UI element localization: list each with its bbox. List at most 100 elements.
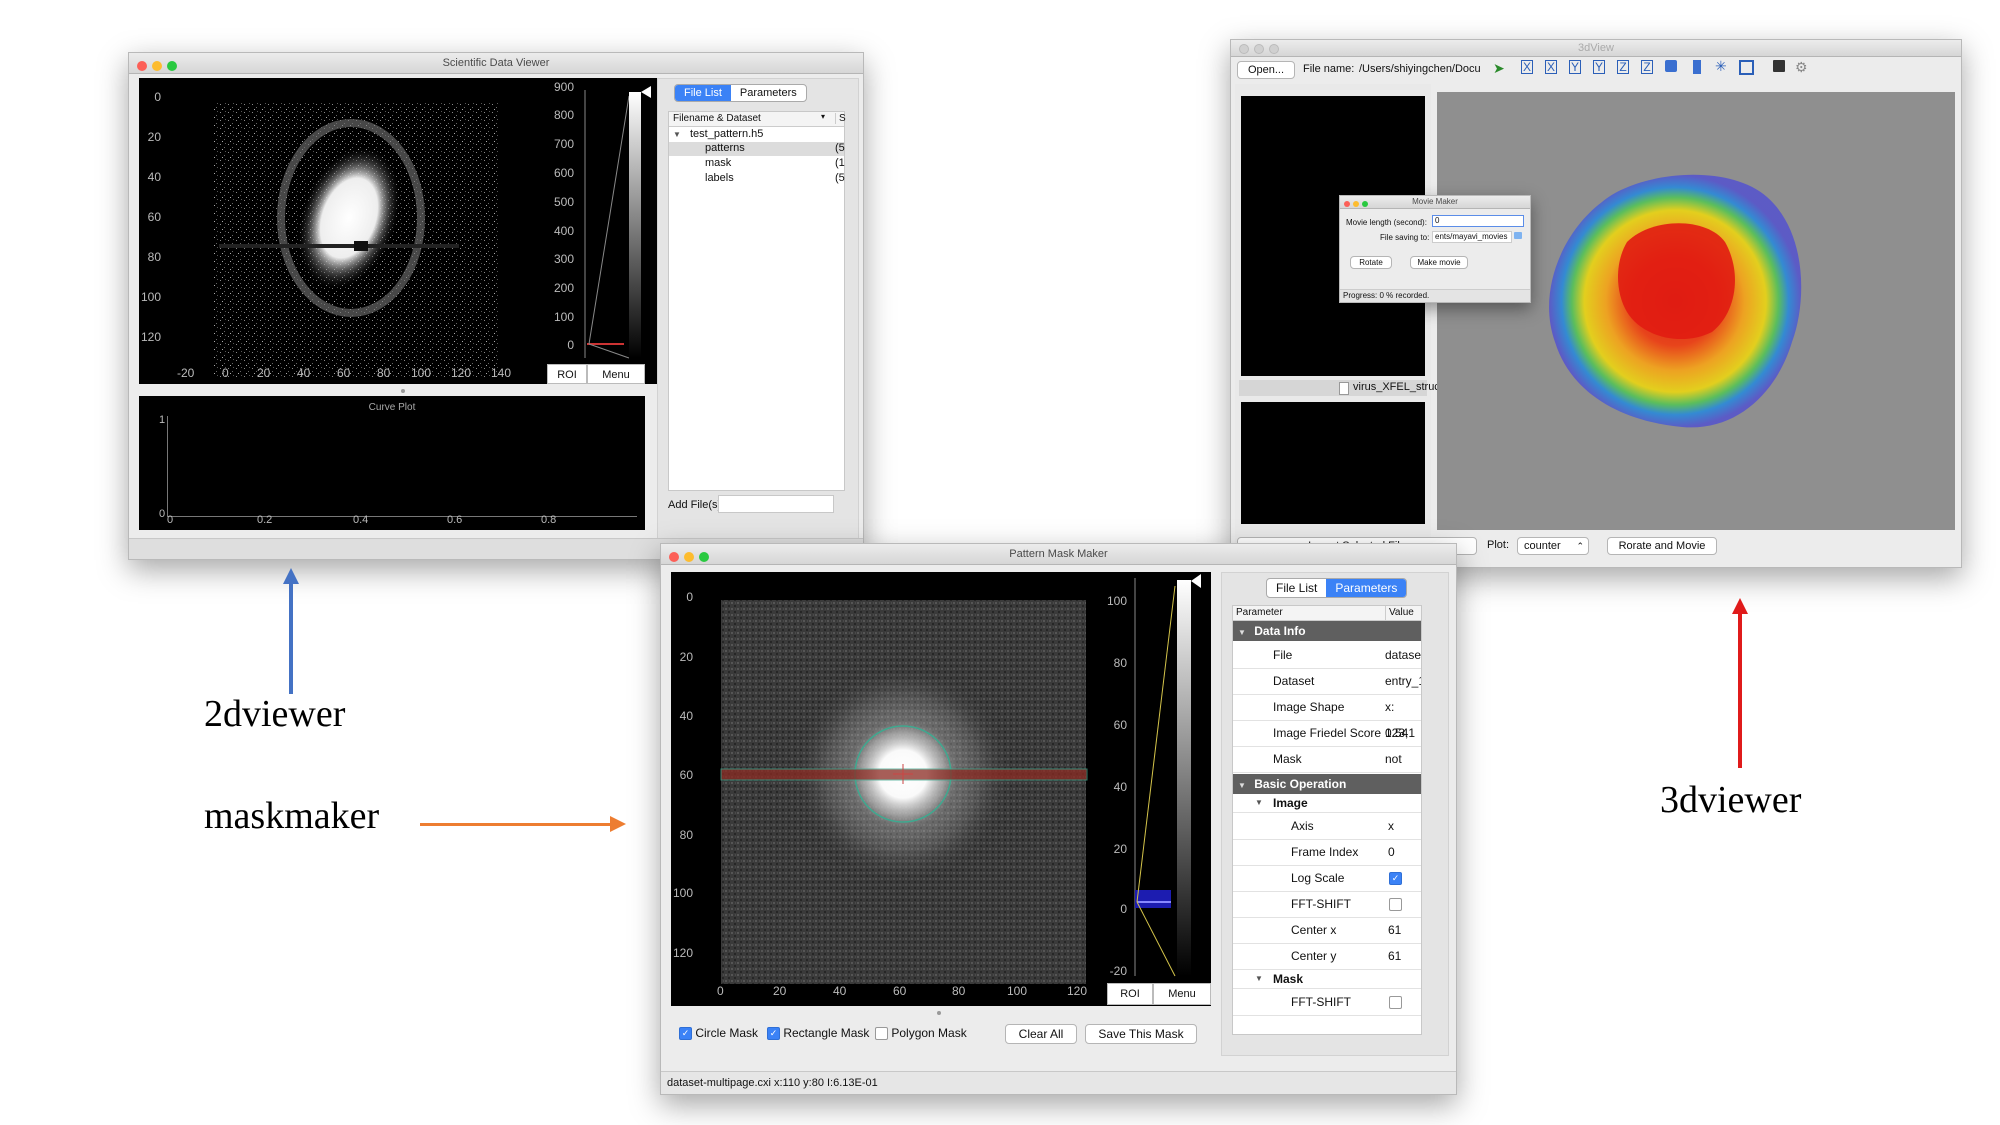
param-row-mask[interactable]: Masknot set	[1233, 746, 1421, 792]
pointer-icon[interactable]: ➤	[1493, 60, 1505, 77]
title-bar[interactable]: 3dView	[1231, 40, 1961, 57]
param-row-axis[interactable]: Axis x	[1233, 813, 1421, 840]
group-data-info[interactable]: ▼ Data Info	[1233, 621, 1421, 641]
tab-file-list[interactable]: File List	[1267, 579, 1326, 597]
colorbar-histogram[interactable]: 900 800 700 600 500 400 300 200 100 0	[549, 80, 665, 366]
tab-parameters[interactable]: Parameters	[731, 85, 806, 101]
file-tree[interactable]: Filename & Dataset ▾ S ▼ test_pattern.h5…	[668, 111, 846, 491]
log-scale-checkbox-icon[interactable]: ✓	[1389, 872, 1402, 885]
tab-file-list[interactable]: File List	[675, 85, 731, 101]
iso-view-icon[interactable]	[1665, 60, 1677, 72]
image-plot[interactable]: 0 20 40 60 80 100 120 0 20 40 60 80 100 …	[671, 572, 1211, 1006]
param-row-frame-index[interactable]: Frame Index 0	[1233, 839, 1421, 866]
subgroup-image[interactable]: ▼ Image	[1233, 794, 1421, 813]
roi-button[interactable]: ROI	[547, 364, 587, 384]
mask-fft-shift-checkbox-icon[interactable]	[1389, 996, 1402, 1009]
param-row-friedel-score[interactable]: Image Friedel Score 0.541	[1233, 720, 1421, 747]
file-item[interactable]: virus_XFEL_structure.npy	[1239, 380, 1480, 396]
param-row-file[interactable]: File datase	[1233, 642, 1421, 669]
movie-length-input[interactable]: 0	[1432, 215, 1524, 227]
title-bar[interactable]: Scientific Data Viewer	[129, 53, 863, 74]
minimize-icon[interactable]	[1254, 44, 1264, 54]
mask-checkbox-rectangle[interactable]: ✓ Rectangle Mask	[767, 1026, 869, 1041]
axis-y-neg-icon[interactable]: Y	[1593, 60, 1605, 74]
fft-shift-checkbox-icon[interactable]	[1389, 898, 1402, 911]
clear-all-button[interactable]: Clear All	[1005, 1024, 1077, 1044]
rotate-and-movie-button[interactable]: Rorate and Movie	[1607, 537, 1717, 555]
param-row-log-scale[interactable]: Log Scale ✓	[1233, 865, 1421, 892]
close-icon[interactable]	[137, 61, 147, 71]
param-row-fft-shift[interactable]: FFT-SHIFT	[1233, 891, 1421, 918]
param-value[interactable]: 0.541	[1385, 720, 1415, 746]
group-basic-operation[interactable]: ▼ Basic Operation	[1233, 774, 1421, 794]
parameter-tree[interactable]: Parameter Value ▼ Data Info File datase D…	[1232, 605, 1422, 1035]
header-filename[interactable]: Filename & Dataset	[673, 113, 761, 124]
expand-triangle-icon[interactable]: ▼	[1255, 794, 1263, 812]
tab-parameters[interactable]: Parameters	[1326, 579, 1407, 597]
3d-scene[interactable]	[1437, 92, 1955, 530]
gradient-bar[interactable]	[1177, 580, 1191, 976]
expand-triangle-icon[interactable]: ▼	[673, 130, 681, 139]
list-item[interactable]: patterns (5	[669, 142, 845, 156]
mask-checkbox-circle[interactable]: ✓ Circle Mask	[679, 1026, 758, 1041]
save-icon[interactable]	[1773, 60, 1785, 72]
param-row-dataset[interactable]: Dataset entry_1	[1233, 668, 1421, 695]
list-item[interactable]: labels (5	[669, 172, 845, 186]
param-value[interactable]: datase	[1385, 642, 1421, 668]
param-value[interactable]: 61	[1388, 943, 1401, 969]
param-value[interactable]: x	[1388, 813, 1394, 839]
dialog-title-bar[interactable]: Movie Maker	[1340, 196, 1530, 209]
tree-root[interactable]: ▼ test_pattern.h5	[673, 128, 763, 140]
checkbox-icon[interactable]: ✓	[679, 1027, 692, 1041]
zoom-icon[interactable]	[699, 552, 709, 562]
zoom-icon[interactable]	[167, 61, 177, 71]
settings-icon[interactable]: ⚙	[1795, 59, 1808, 76]
checkbox-icon[interactable]: ✓	[767, 1027, 780, 1041]
close-icon[interactable]	[1239, 44, 1249, 54]
colorbar-histogram[interactable]: 100 80 60 40 20 0 -20	[1099, 572, 1209, 984]
param-row-image-shape[interactable]: Image Shape x: 123,	[1233, 694, 1421, 740]
fullscreen-icon[interactable]	[1739, 60, 1754, 75]
minimize-icon[interactable]	[152, 61, 162, 71]
image-plot[interactable]: 0 20 40 60 80 100 120 -20 0 20 40 60 80 …	[139, 78, 669, 384]
minimize-icon[interactable]	[1353, 201, 1359, 207]
axes-icon[interactable]: ✳	[1715, 58, 1727, 75]
close-icon[interactable]	[669, 552, 679, 562]
mask-checkbox-polygon[interactable]: Polygon Mask	[875, 1026, 967, 1041]
close-icon[interactable]	[1344, 201, 1350, 207]
preview-bottom[interactable]	[1241, 402, 1425, 524]
gradient-handle-icon[interactable]	[1191, 574, 1201, 588]
expand-triangle-icon[interactable]: ▼	[1255, 970, 1263, 988]
param-value[interactable]: entry_1	[1385, 668, 1421, 694]
save-this-mask-button[interactable]: Save This Mask	[1085, 1024, 1197, 1044]
subgroup-mask[interactable]: ▼ Mask	[1233, 970, 1421, 989]
axis-x-icon[interactable]: X	[1521, 60, 1533, 74]
expand-triangle-icon[interactable]: ▼	[1238, 781, 1246, 790]
file-saving-input[interactable]: ents/mayavi_movies	[1432, 231, 1512, 243]
checkbox-icon[interactable]	[875, 1027, 888, 1041]
roi-button[interactable]: ROI	[1107, 983, 1153, 1005]
splitter-handle[interactable]	[937, 1011, 941, 1015]
rotate-button[interactable]: Rotate	[1350, 256, 1392, 269]
parallel-icon[interactable]	[1693, 60, 1701, 74]
make-movie-button[interactable]: Make movie	[1410, 256, 1468, 269]
open-button[interactable]: Open...	[1237, 61, 1295, 79]
axis-z-icon[interactable]: Z	[1617, 60, 1629, 74]
folder-icon[interactable]	[1514, 232, 1522, 239]
menu-button[interactable]: Menu	[587, 364, 645, 384]
param-value[interactable]: 61	[1388, 917, 1401, 943]
axis-x-neg-icon[interactable]: X	[1545, 60, 1557, 74]
gradient-bar[interactable]	[629, 92, 641, 358]
splitter-handle[interactable]	[401, 389, 405, 393]
plot-select[interactable]: counter ⌃	[1517, 537, 1589, 555]
param-row-center-y[interactable]: Center y 61	[1233, 943, 1421, 970]
gradient-handle-icon[interactable]	[641, 86, 651, 98]
axis-y-icon[interactable]: Y	[1569, 60, 1581, 74]
add-files-input[interactable]	[718, 495, 834, 513]
expand-triangle-icon[interactable]: ▼	[1238, 628, 1246, 637]
param-value[interactable]: 0	[1388, 839, 1395, 865]
zoom-icon[interactable]	[1269, 44, 1279, 54]
param-row-mask-fft-shift[interactable]: FFT-SHIFT	[1233, 989, 1421, 1016]
curve-plot[interactable]: Curve Plot 1 0 0 0.2 0.4 0.6 0.8	[139, 396, 645, 530]
param-row-center-x[interactable]: Center x 61	[1233, 917, 1421, 944]
